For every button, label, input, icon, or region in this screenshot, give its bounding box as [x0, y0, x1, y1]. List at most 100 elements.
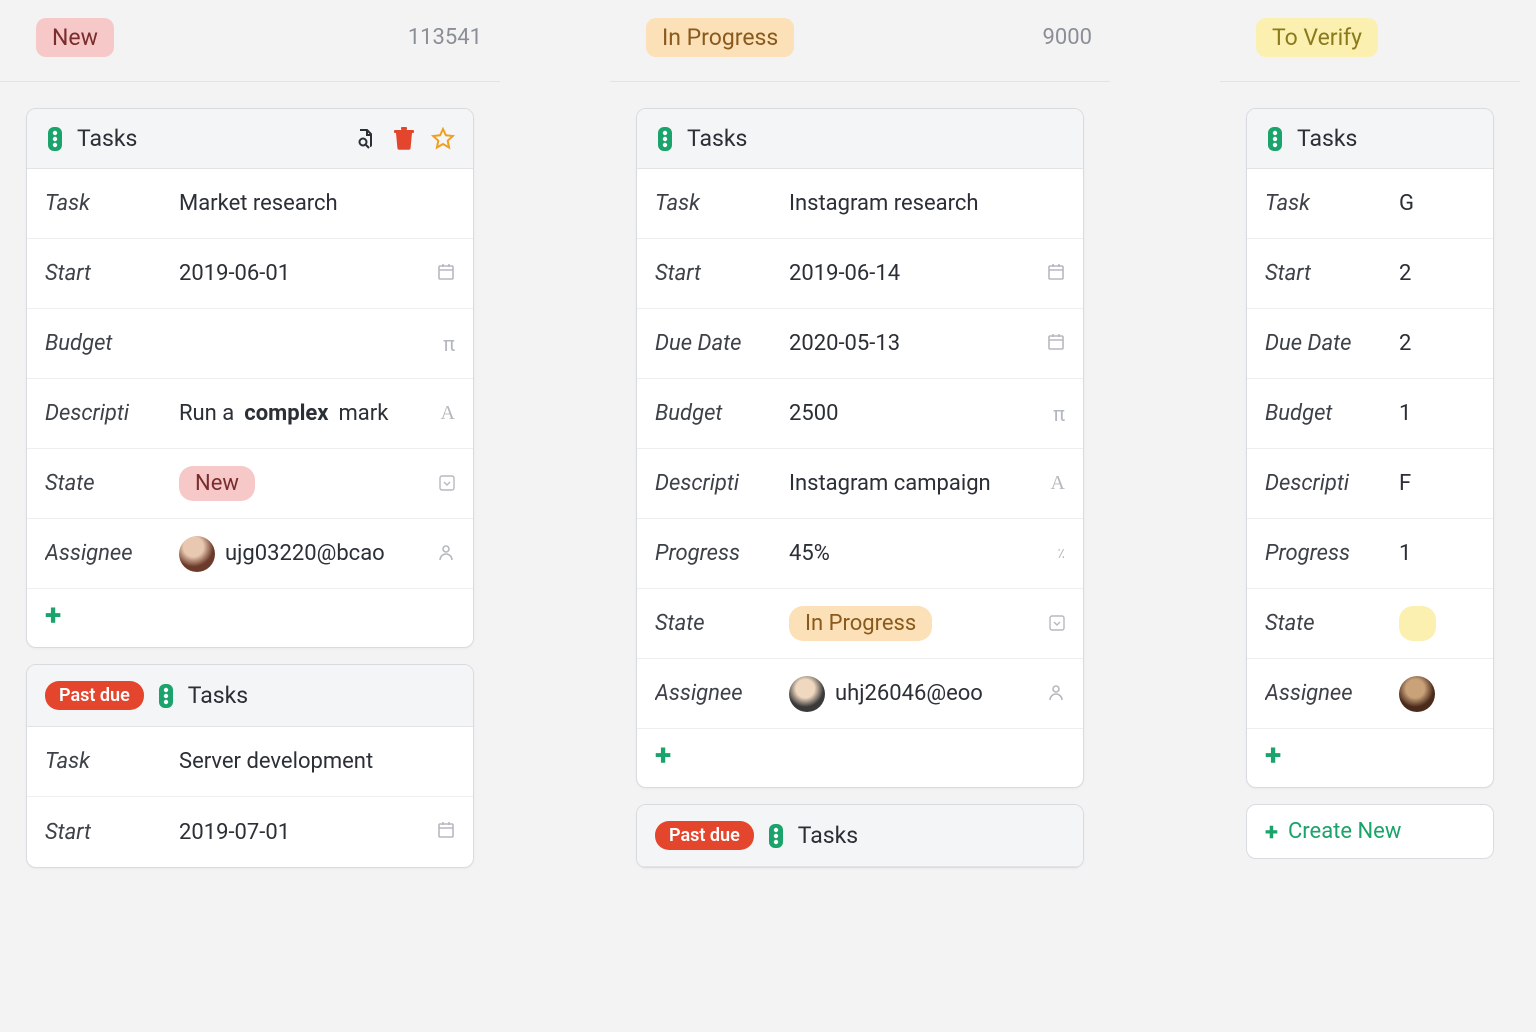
field-label: Assignee	[655, 681, 775, 706]
row-task[interactable]: Task G	[1247, 169, 1493, 239]
traffic-light-icon	[156, 683, 176, 709]
field-value: Market research	[179, 191, 455, 216]
row-state[interactable]: State	[1247, 589, 1493, 659]
field-value	[1399, 676, 1475, 712]
column-count: 9000	[1043, 25, 1092, 50]
field-label: Budget	[1265, 401, 1385, 426]
add-row-button[interactable]: +	[655, 741, 671, 771]
field-value: F	[1399, 471, 1475, 496]
create-new-button[interactable]: + Create New	[1246, 804, 1494, 859]
field-label: Descripti	[655, 471, 775, 496]
calendar-icon	[431, 820, 455, 844]
field-label: Start	[1265, 261, 1385, 286]
row-budget[interactable]: Budget π	[27, 309, 473, 379]
column-badge-inprogress[interactable]: In Progress	[646, 18, 794, 57]
avatar	[789, 676, 825, 712]
row-assignee[interactable]: Assignee uhj26046@eoo	[637, 659, 1083, 729]
traffic-light-icon	[1265, 126, 1285, 152]
field-label: Due Date	[1265, 331, 1385, 356]
field-label: Task	[45, 749, 165, 774]
row-assignee[interactable]: Assignee ujg03220@bcao	[27, 519, 473, 589]
field-value: 1	[1399, 401, 1475, 426]
column-badge-toverify[interactable]: To Verify	[1256, 18, 1378, 57]
field-label: Assignee	[1265, 681, 1385, 706]
task-card[interactable]: Tasks Task G Start 2 Due Date 2 Budget 1…	[1246, 108, 1494, 788]
row-start[interactable]: Start 2	[1247, 239, 1493, 309]
field-label: Budget	[45, 331, 165, 356]
create-new-label: Create New	[1288, 819, 1401, 844]
assignee-text: uhj26046@eoo	[835, 681, 983, 706]
row-description[interactable]: Descripti Instagram campaign A	[637, 449, 1083, 519]
card-header: Tasks	[1247, 109, 1493, 169]
task-card[interactable]: Past due Tasks Task Server development S…	[26, 664, 474, 868]
field-label: Task	[45, 191, 165, 216]
description-text: Run a	[179, 401, 234, 426]
field-value: Instagram campaign	[789, 471, 1027, 496]
calendar-icon	[431, 262, 455, 286]
field-value: 2500	[789, 401, 1027, 426]
plus-icon: +	[1265, 820, 1278, 844]
row-task[interactable]: Task Market research	[27, 169, 473, 239]
text-icon: A	[1041, 472, 1065, 495]
card-footer: +	[637, 729, 1083, 787]
card-title: Tasks	[77, 125, 341, 152]
row-start[interactable]: Start 2019-07-01	[27, 797, 473, 867]
description-bold: complex	[244, 401, 328, 426]
percent-icon: ٪	[1041, 546, 1065, 562]
avatar	[179, 536, 215, 572]
task-card[interactable]: Tasks Task Instagram research Start 2019…	[636, 108, 1084, 788]
row-task[interactable]: Task Server development	[27, 727, 473, 797]
past-due-badge: Past due	[45, 681, 144, 710]
star-icon[interactable]	[431, 127, 455, 151]
task-card[interactable]: Past due Tasks	[636, 804, 1084, 868]
calendar-icon	[1041, 262, 1065, 286]
field-value: 2	[1399, 331, 1475, 356]
field-label: Task	[655, 191, 775, 216]
row-task[interactable]: Task Instagram research	[637, 169, 1083, 239]
field-label: Progress	[655, 541, 775, 566]
column-header: To Verify	[1220, 0, 1520, 82]
card-header: Tasks	[27, 109, 473, 169]
column-badge-new[interactable]: New	[36, 18, 114, 57]
field-value: uhj26046@eoo	[789, 676, 1027, 712]
card-header: Past due Tasks	[27, 665, 473, 727]
past-due-badge: Past due	[655, 821, 754, 850]
row-description[interactable]: Descripti Run a complex mark A	[27, 379, 473, 449]
column-header: New 113541	[0, 0, 500, 82]
task-card[interactable]: Tasks Task Market research	[26, 108, 474, 648]
field-label: State	[45, 471, 165, 496]
pi-icon: π	[1041, 402, 1065, 426]
row-due[interactable]: Due Date 2020-05-13	[637, 309, 1083, 379]
dropdown-icon	[1041, 612, 1065, 636]
search-file-icon[interactable]	[353, 127, 377, 151]
trash-icon[interactable]	[393, 127, 415, 151]
field-value: 1	[1399, 541, 1475, 566]
field-label: Start	[45, 261, 165, 286]
row-due[interactable]: Due Date 2	[1247, 309, 1493, 379]
dropdown-icon	[431, 472, 455, 496]
row-start[interactable]: Start 2019-06-01	[27, 239, 473, 309]
field-value: 2019-07-01	[179, 820, 417, 845]
field-label: Due Date	[655, 331, 775, 356]
card-title: Tasks	[1297, 125, 1475, 152]
add-row-button[interactable]: +	[45, 601, 61, 631]
row-state[interactable]: State In Progress	[637, 589, 1083, 659]
row-progress[interactable]: Progress 1	[1247, 519, 1493, 589]
row-assignee[interactable]: Assignee	[1247, 659, 1493, 729]
row-description[interactable]: Descripti F	[1247, 449, 1493, 519]
person-icon	[431, 542, 455, 566]
field-value: In Progress	[789, 606, 1027, 641]
row-state[interactable]: State New	[27, 449, 473, 519]
field-value: Instagram research	[789, 191, 1065, 216]
row-budget[interactable]: Budget 2500 π	[637, 379, 1083, 449]
field-label: Start	[45, 820, 165, 845]
field-value: 2	[1399, 261, 1475, 286]
text-icon: A	[431, 402, 455, 425]
row-start[interactable]: Start 2019-06-14	[637, 239, 1083, 309]
card-title: Tasks	[188, 682, 455, 709]
row-budget[interactable]: Budget 1	[1247, 379, 1493, 449]
row-progress[interactable]: Progress 45% ٪	[637, 519, 1083, 589]
add-row-button[interactable]: +	[1265, 741, 1281, 771]
traffic-light-icon	[45, 126, 65, 152]
card-header: Past due Tasks	[637, 805, 1083, 867]
